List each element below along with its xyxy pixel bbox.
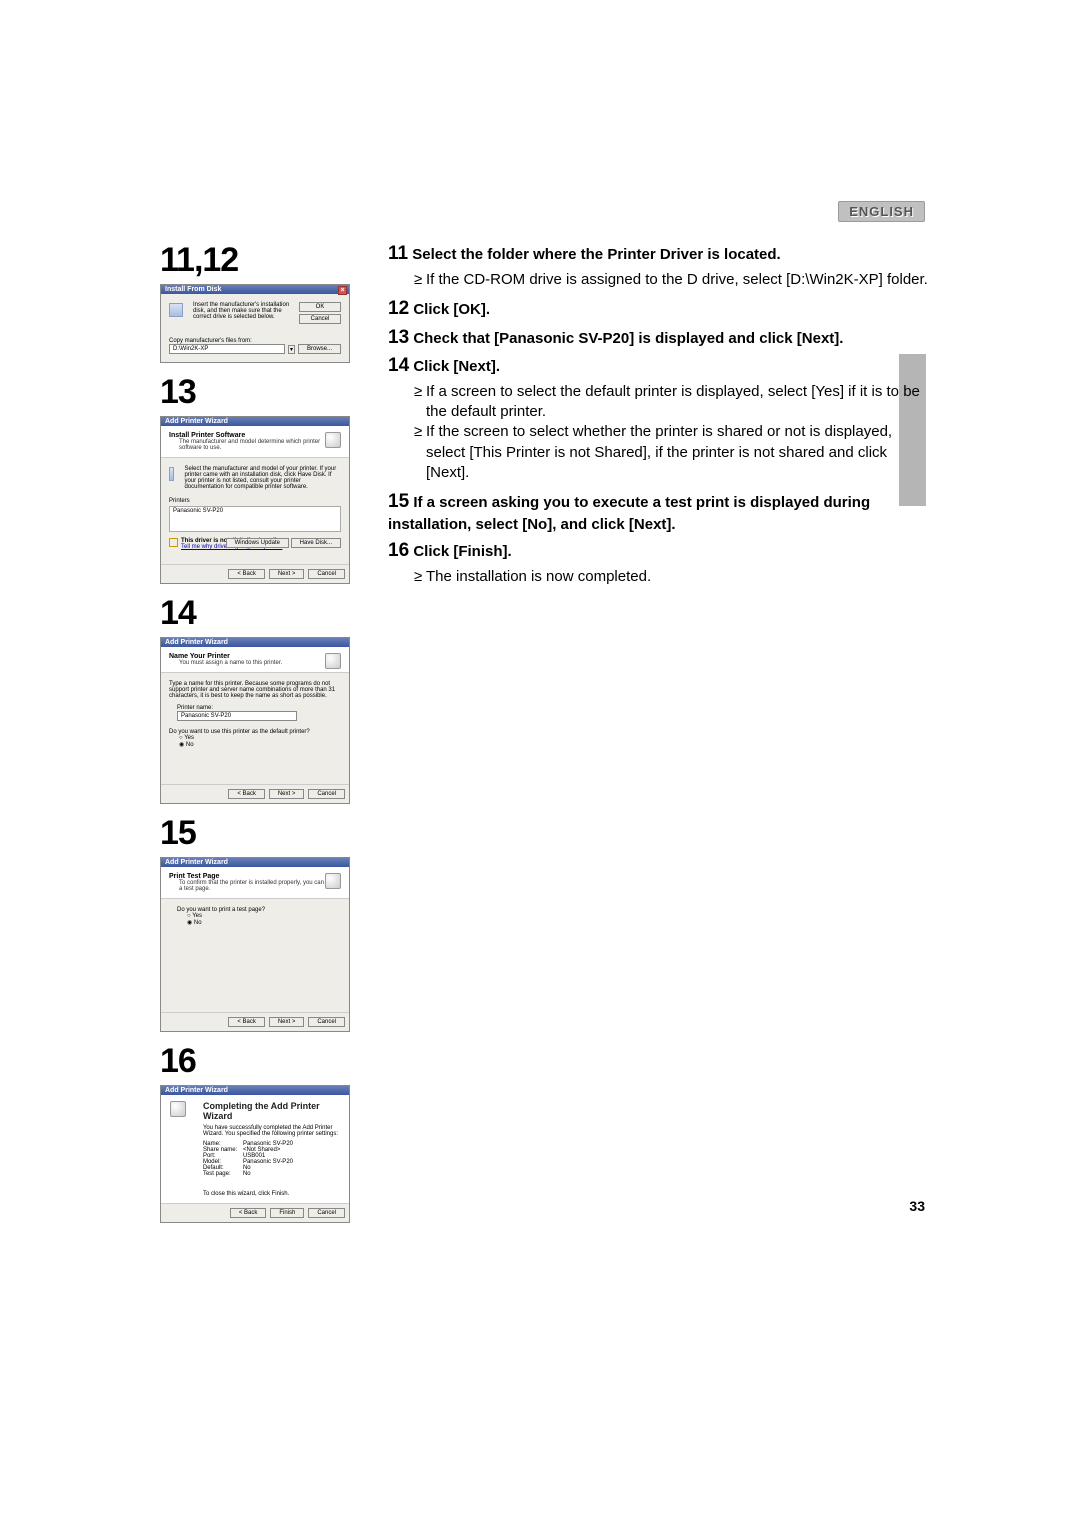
close-icon[interactable]: × xyxy=(338,286,347,295)
cancel-button[interactable]: Cancel xyxy=(299,314,341,324)
header-subtitle: You must assign a name to this printer. xyxy=(169,660,341,666)
heading-15: 15 xyxy=(160,814,375,853)
completing-wizard-dialog: Add Printer Wizard Completing the Add Pr… xyxy=(160,1085,350,1223)
back-button[interactable]: < Back xyxy=(228,569,265,579)
dialog-titlebar: Add Printer Wizard xyxy=(161,417,349,426)
bullet: If the screen to select whether the prin… xyxy=(414,422,928,483)
dialog-titlebar: Install From Disk × xyxy=(161,285,349,294)
step-text: Select the folder where the Printer Driv… xyxy=(412,246,780,263)
header-subtitle: To confirm that the printer is installed… xyxy=(169,880,341,892)
back-button[interactable]: < Back xyxy=(228,789,265,799)
back-button[interactable]: < Back xyxy=(230,1208,267,1218)
next-button[interactable]: Next > xyxy=(269,569,305,579)
body-text: Type a name for this printer. Because so… xyxy=(169,681,341,699)
header-title: Print Test Page xyxy=(169,873,341,880)
step-number: 13 xyxy=(388,327,409,348)
header-title: Install Printer Software xyxy=(169,432,341,439)
heading-13: 13 xyxy=(160,373,375,412)
dialog-titlebar: Add Printer Wizard xyxy=(161,638,349,647)
cancel-button[interactable]: Cancel xyxy=(308,1208,345,1218)
screenshots-column: 11,12 Install From Disk × Insert the man… xyxy=(160,241,375,1233)
language-badge: ENGLISH xyxy=(838,201,925,222)
heading-11-12: 11,12 xyxy=(160,241,375,280)
printer-icon xyxy=(325,432,341,448)
print-test-page-dialog: Add Printer Wizard Print Test Page To co… xyxy=(160,857,350,1032)
printer-icon xyxy=(325,653,341,669)
instruction-text: Insert the manufacturer's installation d… xyxy=(193,302,293,320)
close-hint: To close this wizard, click Finish. xyxy=(203,1191,341,1197)
printer-name-input[interactable]: Panasonic SV-P20 xyxy=(177,711,297,721)
dropdown-icon[interactable]: ▾ xyxy=(288,345,295,354)
printer-list-item[interactable]: Panasonic SV-P20 xyxy=(170,507,340,515)
step-number: 15 xyxy=(388,491,409,512)
step-text: Click [OK]. xyxy=(413,301,490,318)
browse-button[interactable]: Browse... xyxy=(298,344,341,354)
cancel-button[interactable]: Cancel xyxy=(308,789,345,799)
path-input[interactable]: D:\Win2K-XP xyxy=(169,344,285,354)
bullet: If the CD-ROM drive is assigned to the D… xyxy=(414,270,928,290)
heading-14: 14 xyxy=(160,594,375,633)
document-page: ENGLISH 11,12 Install From Disk × Insert… xyxy=(0,0,1080,1526)
step-text: Check that [Panasonic SV-P20] is display… xyxy=(413,330,843,347)
printers-label: Printers xyxy=(169,498,341,504)
bullet: If a screen to select the default printe… xyxy=(414,382,928,423)
printer-icon xyxy=(325,873,341,889)
step-number: 11 xyxy=(388,243,408,264)
instructions-column: 11 Select the folder where the Printer D… xyxy=(388,241,928,593)
disk-icon xyxy=(169,303,183,317)
disk-icon xyxy=(169,467,174,481)
step-text: Click [Next]. xyxy=(413,358,500,375)
heading-16: 16 xyxy=(160,1042,375,1081)
cancel-button[interactable]: Cancel xyxy=(308,569,345,579)
dialog-titlebar: Add Printer Wizard xyxy=(161,858,349,867)
warning-icon xyxy=(169,538,178,547)
radio-no[interactable]: No xyxy=(169,741,341,748)
printer-icon xyxy=(170,1101,186,1117)
step-number: 14 xyxy=(388,355,409,376)
complete-title: Completing the Add Printer Wizard xyxy=(203,1101,341,1121)
step-text: If a screen asking you to execute a test… xyxy=(388,494,870,533)
name-printer-dialog: Add Printer Wizard Name Your Printer You… xyxy=(160,637,350,804)
back-button[interactable]: < Back xyxy=(228,1017,265,1027)
bullet: The installation is now completed. xyxy=(414,567,928,587)
next-button[interactable]: Next > xyxy=(269,789,305,799)
install-printer-software-dialog: Add Printer Wizard Install Printer Softw… xyxy=(160,416,350,584)
step-text: Click [Finish]. xyxy=(413,543,511,560)
step-number: 16 xyxy=(388,540,409,561)
next-button[interactable]: Next > xyxy=(269,1017,305,1027)
body-text: Select the manufacturer and model of you… xyxy=(184,466,341,490)
have-disk-button[interactable]: Have Disk... xyxy=(291,538,341,548)
windows-update-button[interactable]: Windows Update xyxy=(226,538,289,548)
finish-button[interactable]: Finish xyxy=(270,1208,304,1218)
settings-summary: Name:Panasonic SV-P20 Share name:<Not Sh… xyxy=(203,1141,341,1177)
page-number: 33 xyxy=(909,1198,925,1214)
printers-list[interactable]: Panasonic SV-P20 xyxy=(169,506,341,532)
ok-button[interactable]: OK xyxy=(299,302,341,312)
install-from-disk-dialog: Install From Disk × Insert the manufactu… xyxy=(160,284,350,363)
step-number: 12 xyxy=(388,298,409,319)
dialog-titlebar: Add Printer Wizard xyxy=(161,1086,349,1095)
radio-no[interactable]: No xyxy=(169,919,341,926)
header-subtitle: The manufacturer and model determine whi… xyxy=(169,439,341,451)
cancel-button[interactable]: Cancel xyxy=(308,1017,345,1027)
dialog-title: Install From Disk xyxy=(165,286,221,293)
header-title: Name Your Printer xyxy=(169,653,341,660)
complete-subtitle: You have successfully completed the Add … xyxy=(203,1125,341,1137)
